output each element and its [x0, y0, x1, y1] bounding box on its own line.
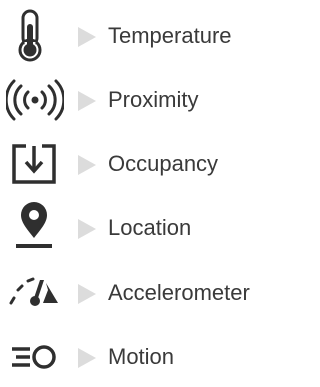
arrow-right-icon: [76, 219, 96, 239]
speedometer-icon: [6, 263, 64, 323]
arrow-right-icon: [76, 284, 96, 304]
arrow-right-icon: [76, 27, 96, 47]
list-item-accelerometer: Accelerometer: [0, 263, 281, 323]
item-label-location: Location: [108, 215, 192, 240]
item-label-occupancy: Occupancy: [108, 151, 219, 176]
list-item-temperature: Temperature: [0, 6, 281, 66]
motion-icon: [6, 327, 64, 387]
arrow-right-icon: [76, 348, 96, 368]
arrow-right-icon: [76, 155, 96, 175]
item-label-proximity: Proximity: [108, 87, 199, 112]
list-item-motion: Motion: [0, 327, 281, 387]
proximity-signal-icon: [6, 70, 64, 130]
item-label-motion: Motion: [108, 344, 175, 369]
item-label-accelerometer: Accelerometer: [108, 280, 250, 305]
sensor-list: Temperature Proximity Occupancy Location…: [0, 0, 281, 374]
item-label-temperature: Temperature: [108, 23, 232, 48]
location-pin-icon: [6, 198, 64, 258]
thermometer-icon: [6, 6, 64, 66]
occupancy-box-arrow-icon: [6, 134, 64, 194]
list-item-occupancy: Occupancy: [0, 134, 281, 194]
list-item-location: Location: [0, 198, 281, 258]
arrow-right-icon: [76, 91, 96, 111]
list-item-proximity: Proximity: [0, 70, 281, 130]
